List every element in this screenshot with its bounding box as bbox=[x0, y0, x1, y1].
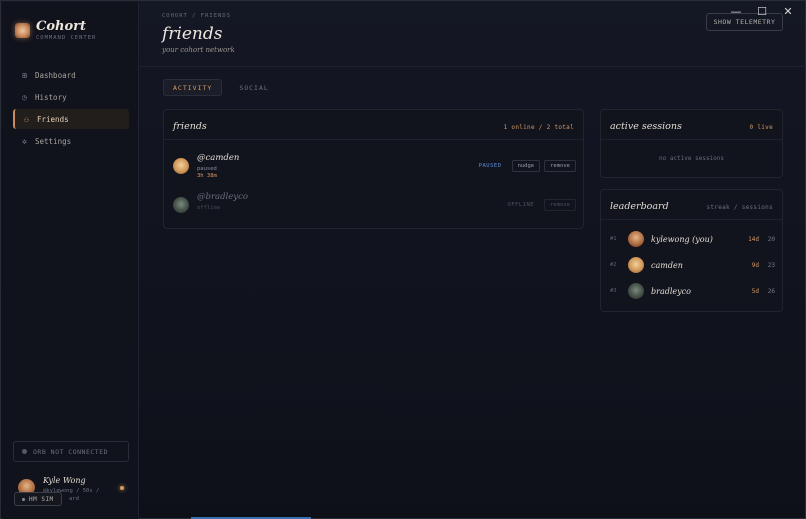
avatar bbox=[173, 158, 189, 174]
friend-actions: OFFLINE remove bbox=[507, 199, 576, 211]
leader-name: bradleyco bbox=[651, 286, 691, 296]
main-content: COHORT / FRIENDS friends your cohort net… bbox=[139, 2, 806, 519]
sidebar-item-label: Settings bbox=[35, 136, 72, 146]
status-badge: PAUSED bbox=[478, 163, 502, 169]
live-count: 0 live bbox=[749, 124, 773, 131]
clock-icon: ◷ bbox=[22, 92, 27, 102]
card-divider bbox=[164, 139, 583, 140]
remove-button[interactable]: remove bbox=[544, 160, 576, 172]
friend-actions: PAUSED nudge remove bbox=[479, 160, 576, 172]
friends-card: friends 1 online / 2 total @camden pause… bbox=[163, 109, 584, 229]
sidebar-item-friends[interactable]: ⚇ Friends bbox=[13, 109, 129, 129]
grid-icon: ⊞ bbox=[22, 70, 27, 80]
avatar bbox=[628, 257, 644, 273]
nudge-button[interactable]: nudge bbox=[511, 160, 541, 172]
card-divider bbox=[601, 219, 782, 220]
tab-social[interactable]: SOCIAL bbox=[230, 79, 277, 96]
friends-count: 1 online / 2 total bbox=[503, 124, 574, 131]
tab-activity[interactable]: ACTIVITY bbox=[163, 79, 223, 96]
status-badge: OFFLINE bbox=[507, 202, 535, 208]
friend-name: @camden bbox=[197, 153, 240, 163]
empty-state: no active sessions bbox=[658, 155, 725, 162]
header-divider bbox=[139, 66, 806, 67]
page-subtitle: your cohort network bbox=[162, 46, 235, 54]
page-title: friends bbox=[162, 24, 223, 44]
leaderboard-columns: streak / sessions bbox=[706, 204, 773, 211]
maximize-icon[interactable]: ☐ bbox=[749, 3, 775, 19]
friend-name: @bradleyco bbox=[197, 192, 248, 202]
avatar bbox=[628, 231, 644, 247]
gear-icon: ✲ bbox=[22, 136, 27, 146]
card-title: leaderboard bbox=[610, 201, 669, 212]
remove-button[interactable]: remove bbox=[544, 199, 576, 211]
avatar bbox=[628, 283, 644, 299]
card-title: friends bbox=[173, 121, 207, 132]
sidebar-item-label: Friends bbox=[37, 114, 69, 124]
brand: Cohort COMMAND CENTER bbox=[15, 19, 96, 41]
leader-name: camden bbox=[651, 260, 683, 270]
streak: 9d bbox=[751, 261, 759, 269]
brand-subtitle: COMMAND CENTER bbox=[36, 35, 97, 41]
leaderboard-row: #2 camden 9d 23 bbox=[610, 255, 775, 275]
list-item: @bradleyco offline OFFLINE remove bbox=[173, 190, 576, 220]
hm-sim-label: HM SIM bbox=[29, 495, 54, 503]
friend-status: paused bbox=[197, 166, 217, 172]
orb-status-button[interactable]: ORB NOT CONNECTED bbox=[13, 441, 129, 462]
app-window: — ☐ ✕ Cohort COMMAND CENTER ⊞ Dashboard … bbox=[0, 0, 806, 519]
streak: 5d bbox=[751, 287, 759, 295]
window-controls: — ☐ ✕ bbox=[723, 3, 801, 19]
sidebar: Cohort COMMAND CENTER ⊞ Dashboard ◷ Hist… bbox=[2, 2, 139, 519]
avatar bbox=[173, 197, 189, 213]
breadcrumb: COHORT / FRIENDS bbox=[162, 13, 231, 19]
sidebar-item-label: Dashboard bbox=[35, 70, 76, 80]
leader-name: kylewong (you) bbox=[651, 234, 713, 244]
user-name: Kyle Wong bbox=[43, 476, 86, 485]
close-icon[interactable]: ✕ bbox=[775, 3, 801, 19]
rank: #1 bbox=[610, 236, 617, 242]
orb-status-label: ORB NOT CONNECTED bbox=[33, 447, 109, 456]
streak: 14d bbox=[748, 235, 759, 243]
sidebar-item-label: History bbox=[35, 92, 67, 102]
tab-bar: ACTIVITY SOCIAL bbox=[163, 79, 286, 96]
leaderboard-row: #1 kylewong (you) 14d 20 bbox=[610, 229, 775, 249]
rank: #3 bbox=[610, 288, 617, 294]
sidebar-nav: ⊞ Dashboard ◷ History ⚇ Friends ✲ Settin… bbox=[13, 65, 129, 153]
sessions: 20 bbox=[767, 235, 775, 243]
leaderboard-row: #3 bradleyco 5d 26 bbox=[610, 281, 775, 301]
hm-sim-button[interactable]: HM SIM bbox=[14, 492, 62, 506]
brand-logo-icon bbox=[15, 22, 30, 38]
sidebar-item-settings[interactable]: ✲ Settings bbox=[13, 131, 129, 151]
sessions: 23 bbox=[767, 261, 775, 269]
sessions: 26 bbox=[767, 287, 775, 295]
sidebar-item-history[interactable]: ◷ History bbox=[13, 87, 129, 107]
sim-dot-icon bbox=[22, 497, 25, 501]
minimize-icon[interactable]: — bbox=[723, 3, 749, 19]
online-dot-icon bbox=[120, 486, 124, 490]
card-title: active sessions bbox=[610, 121, 682, 132]
rank: #2 bbox=[610, 262, 617, 268]
users-icon: ⚇ bbox=[24, 114, 29, 124]
friend-status: offline bbox=[197, 205, 221, 211]
leaderboard-card: leaderboard streak / sessions #1 kylewon… bbox=[600, 189, 783, 312]
status-dot-icon bbox=[22, 449, 27, 454]
sidebar-item-dashboard[interactable]: ⊞ Dashboard bbox=[13, 65, 129, 85]
list-item: @camden paused 3h 38m PAUSED nudge remov… bbox=[173, 151, 576, 181]
card-divider bbox=[601, 139, 782, 140]
brand-name: Cohort bbox=[36, 19, 86, 34]
active-sessions-card: active sessions 0 live no active session… bbox=[600, 109, 783, 178]
friend-time: 3h 38m bbox=[197, 173, 217, 179]
